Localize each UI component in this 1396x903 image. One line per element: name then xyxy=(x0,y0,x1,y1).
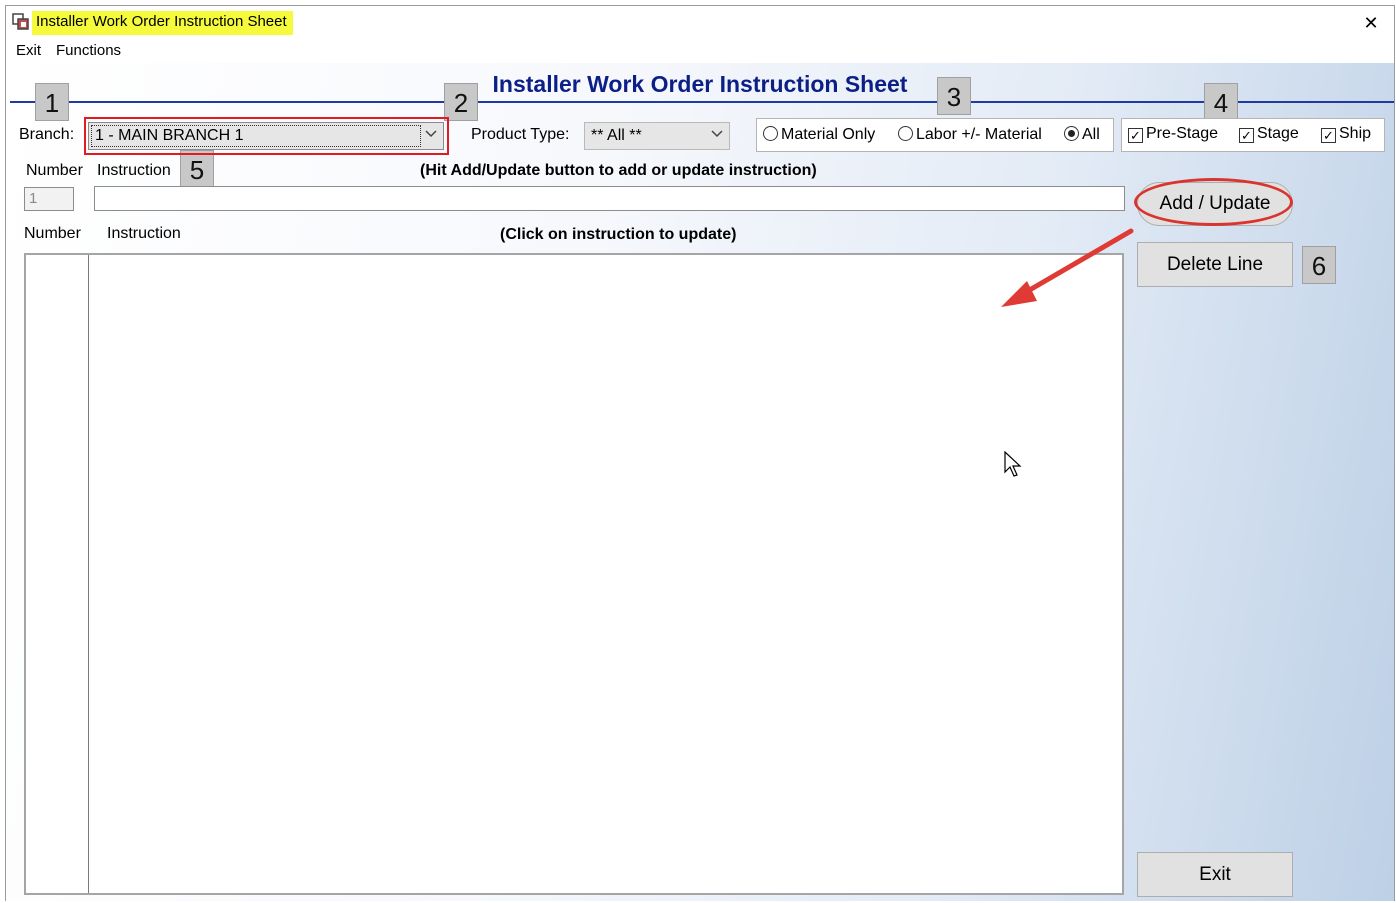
list-instruction-header: Instruction xyxy=(107,225,181,242)
radio-labor-material[interactable]: Labor +/- Material xyxy=(898,126,1042,144)
instruction-list[interactable] xyxy=(24,253,1124,895)
entry-number-header: Number xyxy=(26,162,83,179)
delete-line-button[interactable]: Delete Line xyxy=(1137,242,1293,287)
checkbox-label: Stage xyxy=(1257,125,1299,142)
branch-highlight-box xyxy=(84,117,449,155)
mouse-cursor-icon xyxy=(1004,451,1022,477)
list-column-divider xyxy=(88,255,89,893)
product-type-dropdown[interactable]: ** All ** xyxy=(584,122,730,150)
checkbox-pre-stage[interactable]: ✓ Pre-Stage xyxy=(1128,125,1218,143)
title-bar: Installer Work Order Instruction Sheet ✕ xyxy=(6,6,1394,38)
number-field[interactable]: 1 xyxy=(24,187,74,211)
checkmark-icon: ✓ xyxy=(1239,128,1254,143)
radio-label: Labor +/- Material xyxy=(916,126,1042,143)
close-icon[interactable]: ✕ xyxy=(1356,10,1386,36)
material-filter-group: Material Only Labor +/- Material All xyxy=(756,118,1114,152)
checkmark-icon: ✓ xyxy=(1321,128,1336,143)
radio-icon xyxy=(898,126,913,141)
product-type-label: Product Type: xyxy=(471,126,570,143)
chevron-down-icon xyxy=(711,126,723,143)
form-client-area: Installer Work Order Instruction Sheet 1… xyxy=(6,63,1394,901)
annotation-badge-6: 6 xyxy=(1302,246,1336,284)
annotation-badge-4: 4 xyxy=(1204,83,1238,121)
checkmark-icon: ✓ xyxy=(1128,128,1143,143)
radio-all[interactable]: All xyxy=(1064,126,1100,144)
product-type-value: ** All ** xyxy=(591,127,642,144)
menu-bar: Exit Functions xyxy=(6,39,1394,63)
app-window: Installer Work Order Instruction Sheet ✕… xyxy=(5,5,1395,901)
annotation-badge-1: 1 xyxy=(35,83,69,121)
radio-label: All xyxy=(1082,126,1100,143)
annotation-badge-2: 2 xyxy=(444,83,478,121)
exit-button[interactable]: Exit xyxy=(1137,852,1293,897)
menu-functions[interactable]: Functions xyxy=(56,42,121,59)
radio-selected-icon xyxy=(1064,126,1079,141)
form-title: Installer Work Order Instruction Sheet xyxy=(492,71,908,97)
checkbox-stage[interactable]: ✓ Stage xyxy=(1239,125,1299,143)
title-divider xyxy=(10,101,1394,103)
menu-exit[interactable]: Exit xyxy=(16,42,41,59)
app-icon xyxy=(12,13,29,30)
radio-icon xyxy=(763,126,778,141)
annotation-badge-5: 5 xyxy=(180,150,214,188)
checkbox-label: Ship xyxy=(1339,125,1372,142)
checkbox-ship[interactable]: ✓ Ship xyxy=(1321,125,1371,143)
branch-label: Branch: xyxy=(19,126,75,143)
list-number-header: Number xyxy=(24,225,81,242)
checkbox-label: Pre-Stage xyxy=(1146,125,1219,142)
radio-material-only[interactable]: Material Only xyxy=(763,126,875,144)
annotation-arrow-icon xyxy=(1001,228,1134,307)
entry-instruction-header: Instruction xyxy=(97,162,171,179)
radio-label: Material Only xyxy=(781,126,876,143)
window-title: Installer Work Order Instruction Sheet xyxy=(32,11,293,35)
list-hint: (Click on instruction to update) xyxy=(500,226,737,243)
stage-filter-group: ✓ Pre-Stage ✓ Stage ✓ Ship xyxy=(1121,118,1385,152)
annotation-badge-3: 3 xyxy=(937,77,971,115)
entry-hint: (Hit Add/Update button to add or update … xyxy=(420,162,817,179)
instruction-input[interactable] xyxy=(94,186,1125,211)
add-update-highlight-ellipse xyxy=(1134,178,1293,226)
